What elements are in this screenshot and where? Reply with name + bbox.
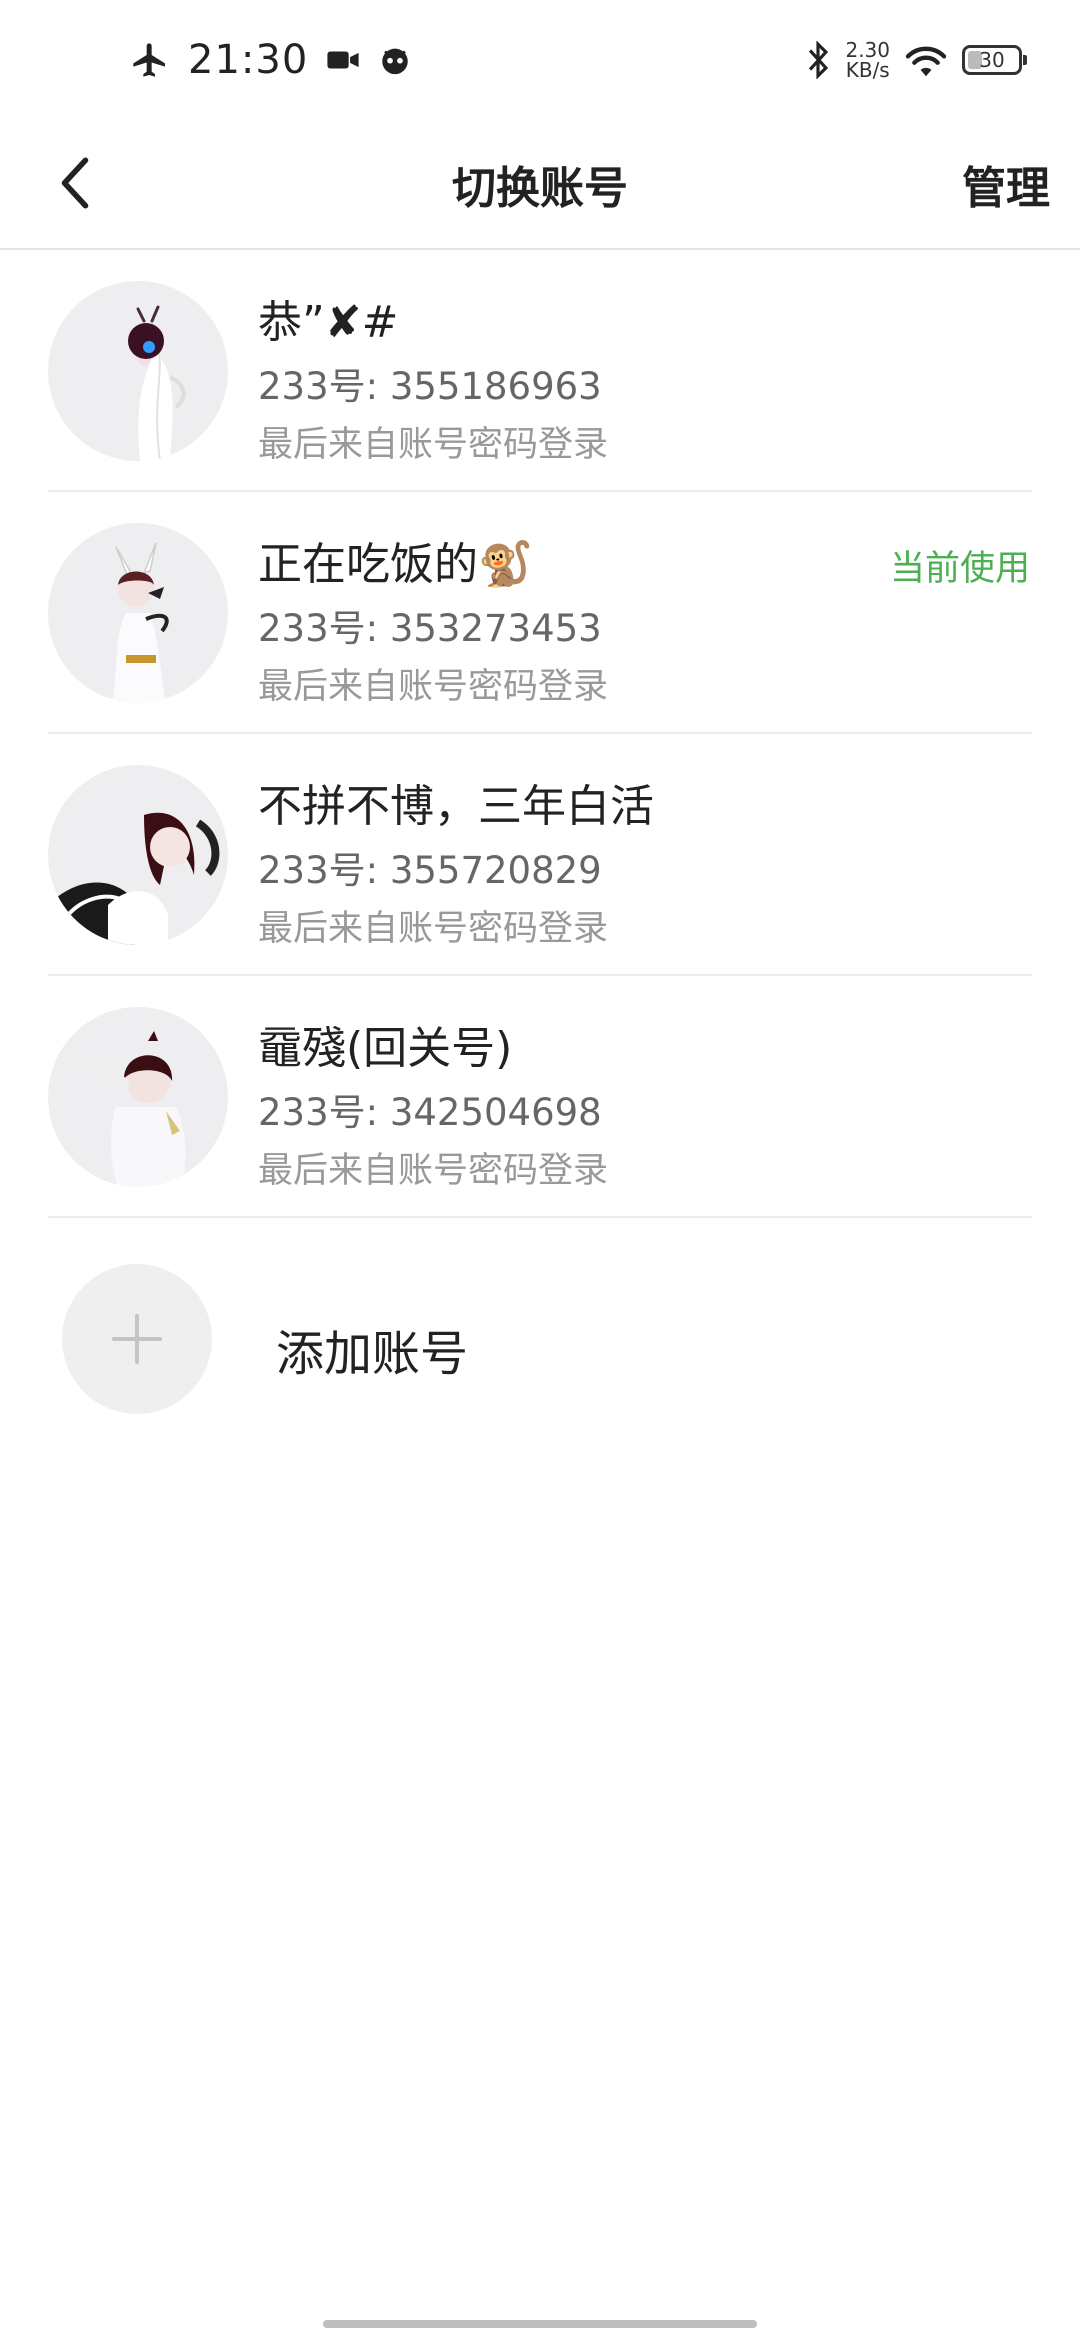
battery-icon: 30 [962, 45, 1027, 75]
last-login-method: 最后来自账号密码登录 [258, 1151, 609, 1191]
chevron-left-icon [61, 156, 89, 209]
account-item[interactable]: 正在吃饭的🐒 233号: 353273453 最后来自账号密码登录 当前使用 [0, 492, 1080, 734]
account-name: 黿殘(回关号) [258, 1023, 513, 1074]
battery-level: 30 [979, 48, 1005, 72]
account-item[interactable]: 黿殘(回关号) 233号: 342504698 最后来自账号密码登录 [0, 976, 1080, 1218]
account-id: 233号: 342504698 [258, 1091, 602, 1134]
avatar [48, 523, 228, 703]
account-name: 不拼不博，三年白活 [258, 781, 654, 832]
avatar [48, 1007, 228, 1187]
last-login-method: 最后来自账号密码登录 [258, 909, 609, 949]
home-indicator[interactable] [323, 2320, 757, 2328]
add-account-button[interactable] [62, 1264, 212, 1414]
account-id: 233号: 353273453 [258, 607, 602, 650]
status-bar: 21:30 2.30 KB/s 30 [0, 0, 1080, 120]
account-item[interactable]: 不拼不博，三年白活 233号: 355720829 最后来自账号密码登录 [0, 734, 1080, 976]
wifi-icon [905, 46, 947, 77]
page-title: 切换账号 [452, 163, 628, 214]
avatar [48, 281, 228, 461]
add-account-row[interactable]: 添加账号 [0, 1218, 1080, 1418]
avatar [48, 765, 228, 945]
account-id: 233号: 355720829 [258, 849, 602, 892]
manage-button[interactable]: 管理 [962, 120, 1050, 248]
app-notification-icon [382, 48, 409, 75]
screen-record-icon [327, 51, 359, 69]
status-left: 21:30 [130, 28, 412, 92]
network-speed-value: 2.30 [845, 38, 890, 62]
last-login-method: 最后来自账号密码登录 [258, 425, 609, 465]
status-time: 21:30 [188, 37, 309, 83]
account-id: 233号: 355186963 [258, 365, 602, 408]
back-button[interactable] [40, 145, 110, 220]
plus-icon [112, 1314, 162, 1364]
network-speed: 2.30 KB/s [845, 40, 890, 80]
airplane-mode-icon [133, 43, 165, 77]
last-login-method: 最后来自账号密码登录 [258, 667, 609, 707]
account-name: 恭”✘# [258, 297, 399, 348]
status-right: 2.30 KB/s 30 [805, 28, 1027, 92]
app-header: 切换账号 管理 [0, 120, 1080, 250]
account-list: 恭”✘# 233号: 355186963 最后来自账号密码登录 正在吃饭的🐒 2… [0, 250, 1080, 1218]
bluetooth-icon [809, 41, 829, 79]
network-speed-unit: KB/s [845, 58, 890, 82]
account-name: 正在吃饭的🐒 [258, 539, 533, 590]
account-item[interactable]: 恭”✘# 233号: 355186963 最后来自账号密码登录 [0, 250, 1080, 492]
current-account-badge: 当前使用 [889, 549, 1030, 589]
add-account-label: 添加账号 [276, 1326, 469, 1382]
